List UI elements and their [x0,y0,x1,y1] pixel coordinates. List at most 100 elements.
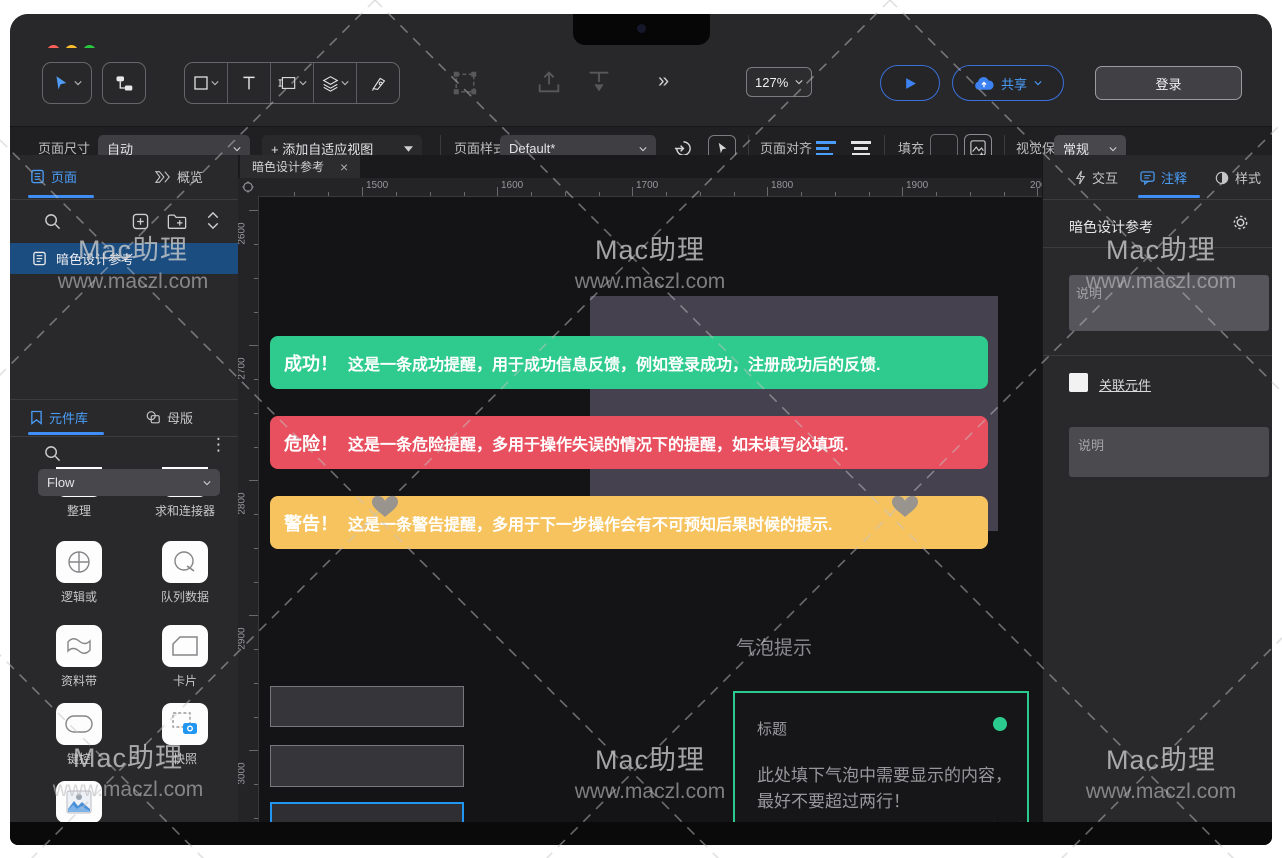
note-textarea-secondary[interactable]: 说明 [1069,427,1269,477]
component-item[interactable]: 逻辑或 [29,541,129,605]
tab-style[interactable]: 样式 [1215,168,1261,187]
zoom-level-dropdown[interactable]: 127% [746,67,812,97]
bring-forward-icon [538,71,560,93]
pen-tool-button[interactable] [357,63,399,103]
warning-alert-banner[interactable]: 警告！ 这是一条警告提醒，多用于下一步操作会有不可预知后果时候的提示. [270,496,988,549]
up-down-chevrons-icon [207,211,219,230]
connector-tool-button[interactable] [102,62,146,104]
page-icon [33,251,46,266]
text-tool-button[interactable] [228,63,271,103]
canvas-area[interactable]: 暗色设计参考 × 1500 1600 1700 1800 1900 2000 2… [238,155,1042,822]
overview-icon [155,170,170,183]
plus-square-icon [132,213,149,230]
label-tool-button[interactable] [271,63,314,103]
linked-component-checkbox[interactable] [1069,373,1088,392]
text-funnel-icon [589,71,609,92]
tab-notes[interactable]: 注释 [1140,168,1187,187]
vertical-ruler: 2600 2700 2800 2900 3000 [238,196,259,822]
add-folder-button[interactable] [167,213,187,230]
macbook-screen-mockup: { "watermark": { "title": "Mac助理", "url"… [0,0,1282,858]
tab-interactions[interactable]: 交互 [1075,168,1118,187]
library-search-button[interactable] [44,445,61,462]
style-pie-icon [1215,171,1229,184]
component-item[interactable]: 资料带 [29,625,129,689]
search-icon [45,214,61,230]
rectangle-icon [194,76,208,90]
component-item[interactable]: 快照 [135,703,235,767]
ruler-origin-icon[interactable] [238,178,258,196]
transform-tool-button-disabled [450,68,480,98]
note-settings-button[interactable] [1231,213,1250,232]
login-button[interactable]: 登录 [1095,66,1242,100]
comment-icon [1140,170,1155,185]
rectangle-tool-button[interactable] [185,63,228,103]
bottom-status-bar [10,822,1272,845]
label-box-icon [278,77,296,89]
tooltip-pointer [992,808,1022,822]
connector-icon [116,76,133,91]
triangle-down-icon [404,145,413,152]
image-fill-icon [970,140,986,156]
expand-collapse-button[interactable] [206,211,220,230]
tooltip-line2: 最好不要超过两行！ [757,792,910,811]
text-style-button-disabled [585,68,613,96]
canvas-tab-bar: 暗色设计参考 × [238,155,1042,179]
bubble-section-title: 气泡提示 [736,638,813,659]
form-input-box-focused[interactable] [270,802,464,822]
main-toolbar: » 127% 共享 登录 [10,48,1272,126]
bring-forward-button-disabled [535,68,563,96]
close-tab-icon[interactable]: × [340,159,348,175]
image-icon [66,790,92,814]
linked-component-link[interactable]: 关联元件 [1099,375,1151,394]
chevron-down-icon [233,146,241,151]
transform-icon [453,71,477,95]
component-item[interactable]: 队列数据 [135,541,235,605]
library-options-button[interactable]: ⋮ [210,436,227,453]
success-alert-banner[interactable]: 成功！ 这是一条成功提醒，用于成功信息反馈，例如登录成功，注册成功后的反馈. [270,336,988,389]
camera-dot [637,24,646,33]
tooltip-widget[interactable]: 标题 此处填下气泡中需要显示的内容， 最好不要超过两行！ [733,691,1029,822]
library-filter-dropdown[interactable]: Flow [38,469,220,496]
tab-pages[interactable]: 页面 [30,167,77,186]
select-tool-button[interactable] [42,62,92,104]
add-page-button[interactable] [132,213,149,230]
tab-overview[interactable]: 概览 [155,167,203,186]
tab-component-library[interactable]: 元件库 [30,408,88,427]
danger-alert-banner[interactable]: 危险！ 这是一条危险提醒，多用于操作失误的情况下的提醒，如未填写必填项. [270,416,988,469]
masters-icon [146,411,160,424]
snapshot-icon [172,712,197,734]
tooltip-title: 标题 [757,721,788,738]
chevron-down-icon [340,81,349,86]
page-icon [31,169,44,184]
chevron-down-icon [299,81,307,86]
canvas-tab[interactable]: 暗色设计参考 × [240,155,361,178]
form-input-box[interactable] [270,686,464,727]
bookmark-icon [31,410,42,425]
search-icon [45,446,61,462]
component-item[interactable]: 键控 [29,703,129,767]
form-input-box[interactable] [270,745,464,787]
status-dot [993,717,1007,731]
chevron-down-icon [1109,146,1117,151]
card-icon [172,636,198,656]
pages-search-button[interactable] [44,213,61,230]
shape-tools-group [184,62,400,104]
share-button[interactable]: 共享 [952,65,1064,101]
layers-tool-button[interactable] [314,63,357,103]
pen-icon [371,77,385,91]
folder-plus-icon [167,214,187,229]
data-tape-icon [67,638,91,654]
tab-masters[interactable]: 母版 [145,408,193,427]
logic-or-icon [68,551,90,573]
page-tree-item-selected[interactable]: 暗色设计参考 [10,243,238,274]
gear-icon [1233,215,1248,230]
note-textarea[interactable]: 说明 [1069,275,1269,331]
play-icon [905,77,916,89]
lightning-icon [1075,170,1086,185]
toolbar-overflow-button[interactable]: » [658,70,669,93]
chevron-down-icon [795,80,803,85]
component-item[interactable]: 卡片 [135,625,235,689]
chevron-down-icon [74,81,82,86]
chevron-down-icon [203,480,211,485]
preview-button[interactable] [880,65,940,101]
